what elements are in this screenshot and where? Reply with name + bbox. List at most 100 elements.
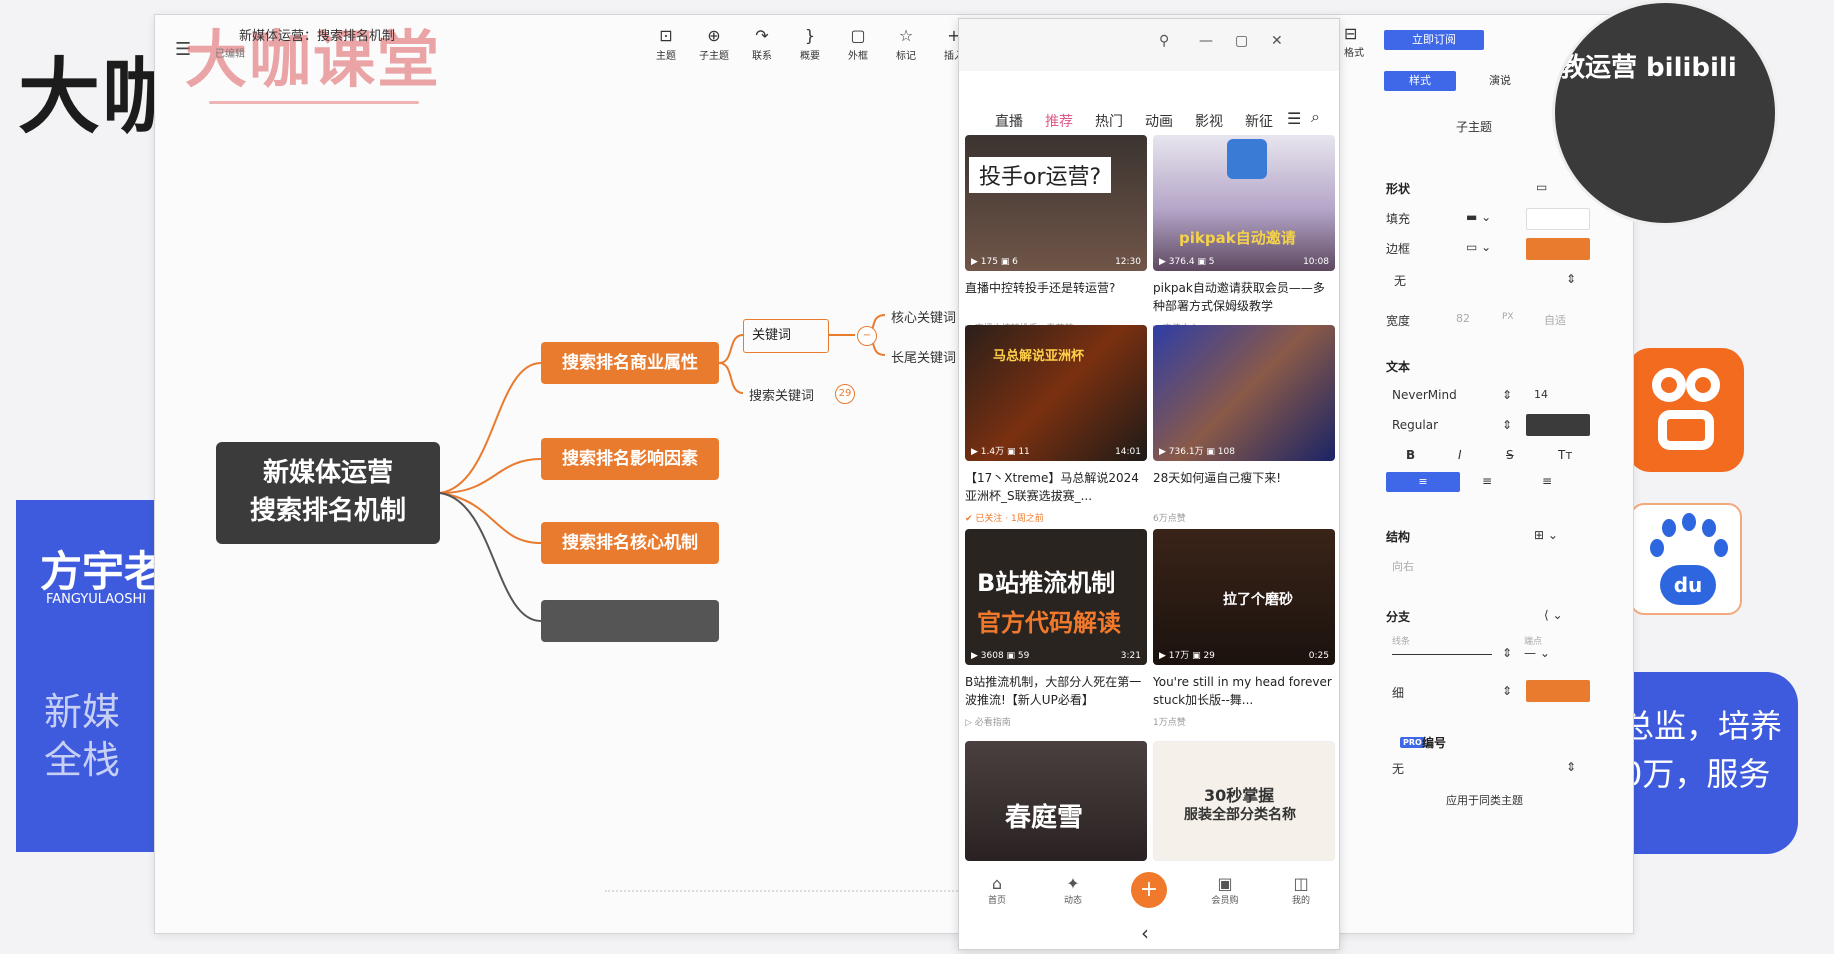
nav-home[interactable]: ⌂ 首页 <box>972 874 1022 906</box>
nav-publish[interactable]: + <box>1124 872 1174 908</box>
fill-color-swatch[interactable] <box>1526 208 1590 230</box>
slide-right-line: 0万，服务 <box>1622 755 1771 793</box>
border-type-icon[interactable]: ▭ ⌄ <box>1466 240 1491 254</box>
tab-anime[interactable]: 动画 <box>1145 111 1173 131</box>
branch-line-select[interactable] <box>1392 654 1492 655</box>
section-branch[interactable]: 分支 <box>1386 608 1410 625</box>
video-card[interactable]: 春庭雪 <box>965 741 1147 861</box>
thumb-text: 马总解说亚洲杯 <box>993 349 1085 364</box>
format-icon[interactable]: ⊟ <box>1344 24 1357 43</box>
shape-preview-icon[interactable]: ▭ <box>1536 180 1547 194</box>
pin-icon[interactable]: ⚲ <box>1159 33 1169 49</box>
stepper-icon[interactable]: ⇕ <box>1502 418 1512 432</box>
align-right-icon[interactable]: ≡ <box>1542 474 1552 488</box>
video-card[interactable]: 投手or运营? ▶ 175 ▣ 6 12:30 直播中控转投手还是转运营? ▷ … <box>965 135 1147 334</box>
border-style-select[interactable]: 无 <box>1394 272 1406 289</box>
branch-commercial[interactable]: 搜索排名商业属性 <box>541 342 719 384</box>
align-left-icon[interactable]: ≡ <box>1386 472 1460 492</box>
kuaishou-logo-icon <box>1628 348 1744 472</box>
membership-icon: ▣ <box>1217 874 1233 893</box>
video-meta: 1万点赞 <box>1153 718 1186 728</box>
subscribe-button[interactable]: 立即订阅 <box>1384 30 1484 50</box>
numbering-select[interactable]: 无 <box>1392 760 1404 777</box>
nav-profile[interactable]: ◫ 我的 <box>1276 874 1326 906</box>
nav-membership[interactable]: ▣ 会员购 <box>1200 874 1250 906</box>
section-numbering[interactable]: 编号 <box>1422 734 1446 751</box>
section-shape[interactable]: 形状 <box>1386 180 1410 197</box>
branch-core[interactable]: 搜索排名核心机制 <box>541 522 719 564</box>
tabs-menu-icon[interactable]: ☰ <box>1287 109 1301 128</box>
thumb-text: 服装全部分类名称 <box>1184 807 1296 823</box>
close-icon[interactable]: ✕ <box>1271 33 1283 49</box>
maximize-icon[interactable]: ▢ <box>1235 33 1248 49</box>
video-thumbnail: 马总解说亚洲杯 ▶ 1.4万 ▣ 11 14:01 <box>965 325 1147 461</box>
root-topic[interactable]: 新媒体运营 搜索排名机制 <box>216 442 440 544</box>
fill-type-icon[interactable]: ▬ ⌄ <box>1466 210 1491 224</box>
stepper-icon[interactable]: ⇕ <box>1502 388 1512 402</box>
italic-button[interactable]: I <box>1458 448 1462 462</box>
tab-style[interactable]: 样式 <box>1384 71 1456 91</box>
stepper-icon[interactable]: ⇕ <box>1502 646 1512 660</box>
branch-shape-icon[interactable]: ⟨ ⌄ <box>1544 608 1563 622</box>
strike-button[interactable]: S <box>1506 448 1514 462</box>
align-center-icon[interactable]: ≡ <box>1482 474 1492 488</box>
tab-hot[interactable]: 热门 <box>1095 111 1123 131</box>
nav-label: 动态 <box>1063 896 1082 906</box>
stepper-icon[interactable]: ⇕ <box>1566 272 1576 286</box>
text-color-swatch[interactable] <box>1526 414 1590 436</box>
slide-blue-line: 全栈 <box>44 738 121 782</box>
tab-film[interactable]: 影视 <box>1195 111 1223 131</box>
font-select[interactable]: NeverMind <box>1392 388 1457 402</box>
video-card[interactable]: 马总解说亚洲杯 ▶ 1.4万 ▣ 11 14:01 【17丶Xtreme】马总解… <box>965 325 1147 524</box>
leaf-longtail-keyword[interactable]: 长尾关键词 <box>891 347 956 366</box>
apply-all-button[interactable]: 应用于同类主题 <box>1446 792 1523 808</box>
video-card[interactable]: ▶ 736.1万 ▣ 108 28天如何逼自己瘦下来! 6万点赞 <box>1153 325 1335 524</box>
video-card[interactable]: pikpak自动邀请 ▶ 376.4 ▣ 5 10:08 pikpak自动邀请获… <box>1153 135 1335 334</box>
video-card[interactable]: 30秒掌握 服装全部分类名称 <box>1153 741 1335 861</box>
border-color-swatch[interactable] <box>1526 238 1590 260</box>
leaf-core-keyword[interactable]: 核心关键词 <box>891 307 956 326</box>
case-button[interactable]: Tт <box>1558 448 1572 462</box>
tab-live[interactable]: 直播 <box>995 111 1023 131</box>
back-icon[interactable]: ‹ <box>1141 921 1149 945</box>
width-unit: PX <box>1502 312 1514 322</box>
structure-select[interactable]: 向右 <box>1392 558 1414 574</box>
bold-button[interactable]: B <box>1406 448 1415 462</box>
tab-new[interactable]: 新征 <box>1245 111 1273 131</box>
branch-editing[interactable] <box>541 600 719 642</box>
tab-recommend[interactable]: 推荐 <box>1045 111 1073 131</box>
video-duration: 10:08 <box>1303 257 1329 267</box>
subtopic-search-keyword[interactable]: 搜索关键词 <box>749 385 814 404</box>
minimize-icon[interactable]: — <box>1199 33 1213 49</box>
branch-end-select[interactable]: — ⌄ <box>1524 646 1550 660</box>
width-input[interactable]: 82 <box>1456 312 1470 325</box>
font-size-select[interactable]: 14 <box>1534 388 1548 401</box>
stepper-icon[interactable]: ⇕ <box>1502 684 1512 698</box>
section-structure[interactable]: 结构 <box>1386 528 1410 545</box>
video-thumbnail: 30秒掌握 服装全部分类名称 <box>1153 741 1335 861</box>
video-duration: 14:01 <box>1115 447 1141 457</box>
branch-thickness-select[interactable]: 细 <box>1392 684 1404 701</box>
thumb-text: 投手or运营? <box>969 157 1112 193</box>
width-auto[interactable]: 自适 <box>1544 312 1566 328</box>
nav-dynamic[interactable]: ✦ 动态 <box>1048 874 1098 906</box>
subtopic-keyword[interactable]: 关键词 <box>743 319 829 353</box>
tab-present[interactable]: 演说 <box>1464 71 1536 91</box>
dynamic-icon: ✦ <box>1066 874 1080 893</box>
collapse-icon[interactable]: − <box>857 326 877 346</box>
stepper-icon[interactable]: ⇕ <box>1566 760 1576 774</box>
branch-color-swatch[interactable] <box>1526 680 1590 702</box>
hidden-count-badge[interactable]: 29 <box>835 384 855 404</box>
video-stats: ▶ 736.1万 ▣ 108 <box>1159 447 1235 457</box>
section-text[interactable]: 文本 <box>1386 358 1410 375</box>
video-meta: ✔ 已关注 · 1周之前 <box>965 514 1044 524</box>
video-card[interactable]: B站推流机制 官方代码解读 ▶ 3608 ▣ 59 3:21 B站推流机制，大部… <box>965 529 1147 728</box>
search-icon[interactable]: ⌕ <box>1311 107 1320 127</box>
video-card[interactable]: 拉了个磨砂 ▶ 17万 ▣ 29 0:25 You're still in my… <box>1153 529 1335 728</box>
structure-icon[interactable]: ⊞ ⌄ <box>1534 528 1558 542</box>
profile-icon: ◫ <box>1293 874 1309 893</box>
nav-label: 首页 <box>987 896 1006 906</box>
video-meta: 6万点赞 <box>1153 514 1186 524</box>
branch-factors[interactable]: 搜索排名影响因素 <box>541 438 719 480</box>
font-weight-select[interactable]: Regular <box>1392 418 1438 432</box>
